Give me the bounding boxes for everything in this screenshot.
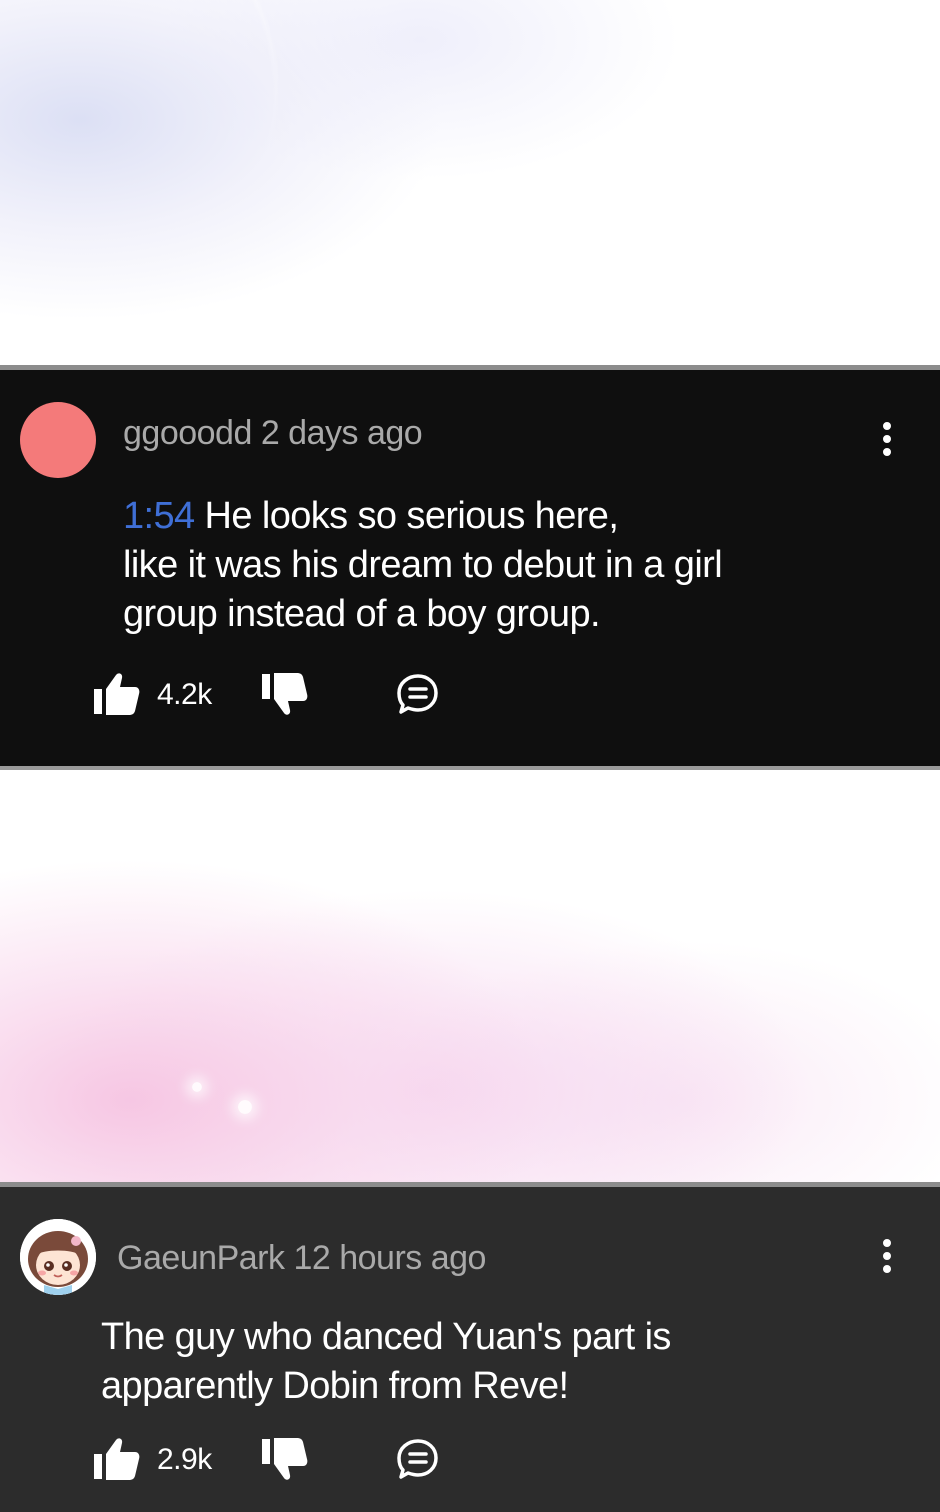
like-count: 4.2k xyxy=(157,678,212,711)
comment-card: ggooodd 2 days ago 1:54 He looks so seri… xyxy=(0,365,940,770)
comment-line: group instead of a boy group. xyxy=(123,593,601,635)
comment-card: GaeunPark 12 hours ago The guy who dance… xyxy=(0,1182,940,1512)
comment-actions: 4.2k xyxy=(94,672,494,722)
thumbs-up-icon[interactable] xyxy=(94,672,140,716)
comment-time: 12 hours ago xyxy=(293,1239,486,1277)
background-panel-top xyxy=(0,0,940,366)
reply-icon[interactable] xyxy=(396,1437,440,1481)
comment-author[interactable]: GaeunPark xyxy=(117,1239,285,1277)
thumbs-down-icon[interactable] xyxy=(262,672,308,718)
comment-time: 2 days ago xyxy=(260,414,423,452)
comment-text: The guy who danced Yuan's part is appare… xyxy=(101,1313,861,1411)
thumbs-up-icon[interactable] xyxy=(94,1437,140,1481)
avatar[interactable] xyxy=(20,1219,96,1295)
comment-meta: ggooodd 2 days ago xyxy=(123,414,423,453)
background-panel-middle xyxy=(0,770,940,1184)
comment-actions: 2.9k xyxy=(94,1437,494,1487)
comment-text: 1:54 He looks so serious here, like it w… xyxy=(123,492,883,639)
more-options-icon[interactable] xyxy=(882,1239,892,1273)
timestamp-link[interactable]: 1:54 xyxy=(123,495,195,537)
like-count: 2.9k xyxy=(157,1443,212,1476)
comment-line: like it was his dream to debut in a girl xyxy=(123,544,723,586)
comment-line: The guy who danced Yuan's part is xyxy=(101,1316,671,1358)
comment-line: He looks so serious here, xyxy=(204,495,619,537)
sparkle xyxy=(238,1100,252,1114)
avatar-illustration xyxy=(20,1219,96,1295)
thumbs-down-icon[interactable] xyxy=(262,1437,308,1483)
comment-line: apparently Dobin from Reve! xyxy=(101,1365,569,1407)
comment-meta: GaeunPark 12 hours ago xyxy=(117,1239,486,1278)
more-options-icon[interactable] xyxy=(882,422,892,456)
reply-icon[interactable] xyxy=(396,672,440,716)
sparkle xyxy=(192,1082,202,1092)
avatar[interactable] xyxy=(20,402,96,478)
comment-author[interactable]: ggooodd xyxy=(123,414,252,452)
